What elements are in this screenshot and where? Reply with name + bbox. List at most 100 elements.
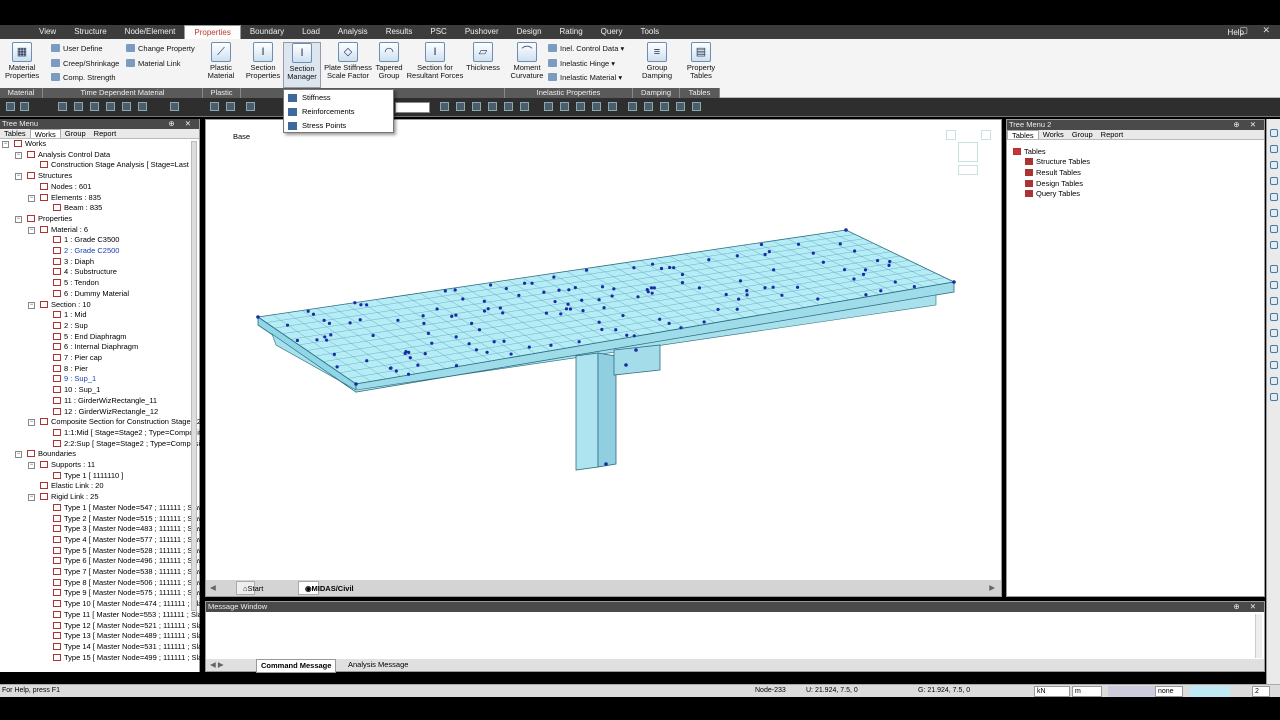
tree-row[interactable]: 5 : Tendon (53, 278, 99, 289)
property-tables-button[interactable]: ▤ Property Tables (683, 42, 719, 80)
tree-row[interactable]: 8 : Pier (53, 364, 88, 375)
group-damping-button[interactable]: ≡ Group Damping (638, 42, 676, 80)
tool-icon-14[interactable] (1270, 345, 1278, 353)
tab-node-element[interactable]: Node/Element (116, 25, 185, 39)
tab-results[interactable]: Results (377, 25, 422, 39)
tab-design[interactable]: Design (508, 25, 551, 39)
tree-scrollbar[interactable] (191, 141, 197, 611)
tree-row[interactable]: Boundaries − (15, 449, 76, 460)
tree2-result-tables[interactable]: Result Tables (1025, 168, 1081, 179)
tree-row[interactable]: Beam : 835 (53, 203, 102, 214)
tab-start-page[interactable]: ⌂ Start Page (236, 581, 265, 607)
message-scrollbar[interactable] (1255, 614, 1262, 658)
element-icon[interactable] (226, 102, 235, 111)
tree-row[interactable]: Nodes : 601 (40, 182, 91, 193)
material-properties-button[interactable]: ▦ Material Properties (5, 42, 39, 80)
tree-toggle[interactable]: − (28, 194, 35, 202)
tool-icon-15[interactable] (1270, 361, 1278, 369)
view-tabs-right-arrow[interactable]: ▶ (989, 580, 995, 596)
fit-icon[interactable] (90, 102, 99, 111)
none-select[interactable]: none (1155, 686, 1183, 697)
tool-icon-2[interactable] (1270, 145, 1278, 153)
select-icon[interactable] (170, 102, 179, 111)
capture-icon[interactable] (628, 102, 637, 111)
activity-icon[interactable] (692, 102, 701, 111)
tree-row[interactable]: 6 : Dummy Material (53, 289, 129, 300)
tool-icon-7[interactable] (1270, 225, 1278, 233)
tree-row[interactable]: 9 : Sup_1 (53, 374, 96, 385)
select-combo[interactable] (395, 102, 430, 113)
section-manager-button[interactable]: I Section Manager (283, 42, 321, 88)
view-front-icon[interactable] (122, 102, 131, 111)
tree2-structure-tables[interactable]: Structure Tables (1025, 157, 1090, 168)
undo-icon[interactable] (6, 102, 15, 111)
comp-strength-button[interactable]: Comp. Strength (51, 73, 116, 83)
tab-properties[interactable]: Properties (184, 25, 241, 39)
tree-row[interactable]: Type 1 [ Master Node=547 ; 111111 ; Slav (53, 503, 202, 514)
tree2-tab-works[interactable]: Works (1039, 130, 1068, 139)
tree-row[interactable]: Type 11 [ Master Node=553 ; 111111 ; Sla (53, 610, 202, 621)
tool-icon-1[interactable] (1270, 129, 1278, 137)
tree-row[interactable]: 10 : Sup_1 (53, 385, 100, 396)
thickness-button[interactable]: ▱ Thickness (465, 42, 501, 72)
tree-toggle[interactable]: − (28, 494, 35, 502)
lock-icon[interactable] (676, 102, 685, 111)
tree-row[interactable]: Composite Section for Construction Stage… (28, 417, 201, 428)
tree-row[interactable]: Type 8 [ Master Node=506 ; 111111 ; Slav (53, 578, 202, 589)
tree-row[interactable]: 3 : Diaph (53, 257, 94, 268)
front-view-icon[interactable] (576, 102, 585, 111)
hidden-icon[interactable] (456, 102, 465, 111)
window-controls[interactable]: ▢ ✕ (1239, 25, 1276, 36)
message-tab-nav[interactable]: ◀ ▶ (210, 659, 224, 671)
dropdown-item-stiffness[interactable]: Stiffness (284, 91, 393, 105)
tree-row[interactable]: Construction Stage Analysis [ Stage=Last… (40, 160, 193, 171)
top-view-icon[interactable] (560, 102, 569, 111)
tree-row[interactable]: Section : 10− (28, 300, 91, 311)
tree-row[interactable]: Elements : 835− (28, 193, 101, 204)
tab-analysis[interactable]: Analysis (329, 25, 377, 39)
tab-pushover[interactable]: Pushover (456, 25, 508, 39)
tree2-tab-report[interactable]: Report (1097, 130, 1128, 139)
zoom-icon[interactable] (58, 102, 67, 111)
tree-row[interactable]: Structures − (15, 171, 72, 182)
initial-view-icon[interactable] (520, 102, 529, 111)
perspective-icon[interactable] (488, 102, 497, 111)
tree-row[interactable]: Analysis Control Data − (15, 150, 110, 161)
tree-row[interactable]: Rigid Link : 25− (28, 492, 99, 503)
side-view-icon[interactable] (592, 102, 601, 111)
inel-control-data-button[interactable]: Inel. Control Data ▾ (548, 44, 624, 54)
tree-toggle[interactable]: − (28, 226, 35, 234)
panel-2-controls[interactable]: ⊕ ✕ (1233, 120, 1260, 130)
tree-toggle[interactable]: − (2, 141, 9, 148)
tool-icon-3[interactable] (1270, 161, 1278, 169)
change-property-button[interactable]: Change Property (126, 44, 195, 54)
view-tabs-left-arrow[interactable]: ◀ (210, 580, 216, 596)
tree-row[interactable]: Type 10 [ Master Node=474 ; 111111 ; Sla (53, 599, 202, 610)
tree-toggle[interactable]: − (28, 301, 35, 309)
tree-tab-group[interactable]: Group (61, 129, 90, 138)
tree-row[interactable]: Type 7 [ Master Node=538 ; 111111 ; Slav (53, 567, 202, 578)
tree-row[interactable]: Type 2 [ Master Node=515 ; 111111 ; Slav (53, 514, 202, 525)
inelastic-material-button[interactable]: Inelastic Material ▾ (548, 73, 622, 83)
tool-icon-6[interactable] (1270, 209, 1278, 217)
tab-psc[interactable]: PSC (421, 25, 455, 39)
force-unit-select[interactable]: kN (1034, 686, 1070, 697)
tree-row[interactable]: 1:1:Mid [ Stage=Stage2 ; Type=Composite (53, 428, 205, 439)
tool-icon-10[interactable] (1270, 281, 1278, 289)
tree-toggle[interactable]: − (15, 173, 22, 181)
tool-icon-17[interactable] (1270, 393, 1278, 401)
tree-tab-tables[interactable]: Tables (0, 129, 30, 138)
tree-row[interactable]: Material : 6− (28, 225, 88, 236)
iso-view-icon[interactable] (544, 102, 553, 111)
tool-icon-16[interactable] (1270, 377, 1278, 385)
tree-row[interactable]: 2 : Grade C2500 (53, 246, 119, 257)
tool-icon-12[interactable] (1270, 313, 1278, 321)
material-link-button[interactable]: Material Link (126, 59, 181, 69)
tree-row[interactable]: 4 : Substructure (53, 267, 117, 278)
tool-icon-11[interactable] (1270, 297, 1278, 305)
tab-boundary[interactable]: Boundary (241, 25, 293, 39)
tree-row[interactable]: 1 : Mid (53, 310, 87, 321)
tree2-tab-group[interactable]: Group (1068, 130, 1097, 139)
tree-row[interactable]: Works − (2, 139, 46, 150)
dropdown-item-stress-points[interactable]: Stress Points (284, 119, 393, 133)
